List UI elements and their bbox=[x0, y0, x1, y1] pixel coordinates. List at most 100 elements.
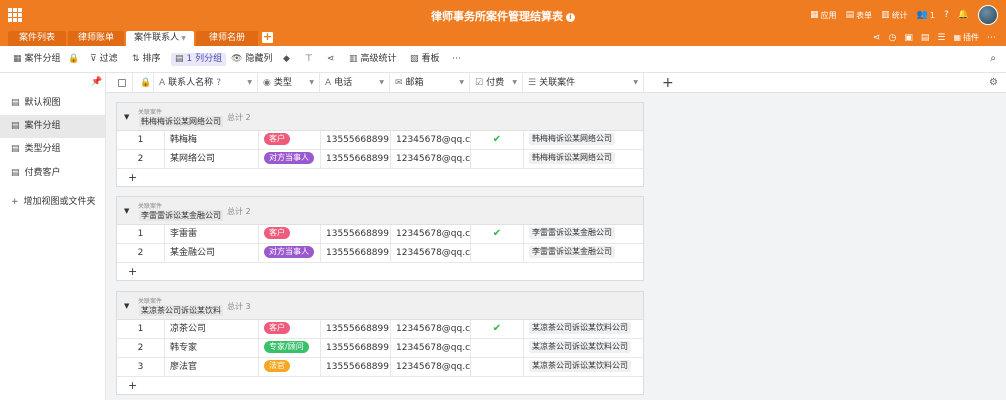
cell-type[interactable]: 专家/顾问 bbox=[259, 339, 321, 357]
members-button[interactable]: 👥 1 bbox=[917, 10, 935, 20]
help-button[interactable]: ? bbox=[944, 10, 949, 20]
cell-phone[interactable]: 13555668899 bbox=[321, 339, 391, 357]
collapse-triangle-icon[interactable]: ▼ bbox=[124, 113, 129, 121]
linked-record[interactable]: 韩梅梅诉讼某网络公司 bbox=[529, 152, 615, 164]
cell-paid[interactable] bbox=[471, 358, 524, 376]
table-icon[interactable]: ▣ bbox=[904, 33, 913, 43]
share-view-button[interactable]: ⋖ bbox=[327, 53, 335, 66]
table-row[interactable]: 1 李雷雷 客户 13555668899 12345678@qq.com ✔ 李… bbox=[117, 225, 643, 244]
stats-button[interactable]: ▥ 统计 bbox=[881, 10, 908, 21]
linked-record[interactable]: 某凉茶公司诉讼某饮料公司 bbox=[529, 322, 631, 334]
cell-phone[interactable]: 13555668899 bbox=[321, 244, 391, 262]
cell-contact-name[interactable]: 韩专家 bbox=[165, 339, 259, 357]
search-icon[interactable]: ⌕ bbox=[990, 53, 996, 64]
sidebar-item-type-group[interactable]: ▤ 类型分组 bbox=[0, 138, 105, 161]
sidebar-item-case-group[interactable]: ▤ 案件分组 bbox=[0, 115, 105, 138]
chevron-down-icon[interactable]: ▼ bbox=[309, 73, 314, 93]
cell-type[interactable]: 客户 bbox=[259, 131, 321, 149]
chevron-down-icon[interactable]: ▼ bbox=[379, 73, 384, 93]
cell-linked-case[interactable]: 某凉茶公司诉讼某饮料公司 bbox=[524, 320, 643, 338]
cell-linked-case[interactable]: 韩梅梅诉讼某网络公司 bbox=[524, 131, 643, 149]
apps-button[interactable]: ▦ 应用 bbox=[810, 10, 837, 21]
cell-linked-case[interactable]: 李雷雷诉讼某金融公司 bbox=[524, 244, 643, 262]
cell-email[interactable]: 12345678@qq.com bbox=[391, 225, 471, 243]
group-header[interactable]: ▼ 关联案件 某凉茶公司诉讼某饮料 总计 3 bbox=[117, 292, 643, 320]
filter-button[interactable]: ⊽ 过滤 bbox=[90, 53, 118, 66]
info-icon[interactable]: i bbox=[566, 13, 575, 22]
cell-paid[interactable]: ✔ bbox=[471, 225, 524, 243]
group-header[interactable]: ▼ 关联案件 李雷雷诉讼某金融公司 总计 2 bbox=[117, 197, 643, 225]
linked-record[interactable]: 韩梅梅诉讼某网络公司 bbox=[529, 133, 615, 145]
column-linked-case[interactable]: ☰ 关联案件 ▼ bbox=[523, 73, 644, 93]
cell-phone[interactable]: 13555668899 bbox=[321, 225, 391, 243]
cell-type[interactable]: 客户 bbox=[259, 320, 321, 338]
cell-phone[interactable]: 13555668899 bbox=[321, 358, 391, 376]
table-row[interactable]: 1 凉茶公司 客户 13555668899 12345678@qq.com ✔ … bbox=[117, 320, 643, 339]
kanban-button[interactable]: ▧ 看板 bbox=[410, 53, 440, 66]
pin-icon[interactable]: 📌 bbox=[91, 77, 102, 87]
linked-record[interactable]: 李雷雷诉讼某金融公司 bbox=[529, 227, 615, 239]
cell-email[interactable]: 12345678@qq.com bbox=[391, 358, 471, 376]
collapse-triangle-icon[interactable]: ▼ bbox=[124, 207, 129, 215]
cell-linked-case[interactable]: 韩梅梅诉讼某网络公司 bbox=[524, 150, 643, 168]
cell-email[interactable]: 12345678@qq.com bbox=[391, 320, 471, 338]
cell-contact-name[interactable]: 韩梅梅 bbox=[165, 131, 259, 149]
chevron-down-icon[interactable]: ▼ bbox=[247, 73, 252, 93]
column-contact-name[interactable]: A 联系人名称? ▼ bbox=[154, 73, 258, 93]
select-all-checkbox[interactable] bbox=[106, 73, 133, 93]
tab-lawyer-bills[interactable]: 律师账单 bbox=[68, 31, 124, 46]
cell-contact-name[interactable]: 李雷雷 bbox=[165, 225, 259, 243]
advanced-stats-button[interactable]: ▥ 高级统计 bbox=[349, 53, 397, 66]
linked-record[interactable]: 某凉茶公司诉讼某饮料公司 bbox=[529, 360, 631, 372]
cell-phone[interactable]: 13555668899 bbox=[321, 320, 391, 338]
add-table-button[interactable]: + bbox=[262, 31, 273, 43]
cell-phone[interactable]: 13555668899 bbox=[321, 150, 391, 168]
cell-contact-name[interactable]: 某网络公司 bbox=[165, 150, 259, 168]
sidebar-item-default-view[interactable]: ▤ 默认视图 bbox=[0, 92, 105, 115]
group-by-button[interactable]: ▤ 1 列分组 bbox=[171, 53, 227, 66]
cell-paid[interactable] bbox=[471, 150, 524, 168]
add-column-button[interactable]: + bbox=[662, 73, 674, 93]
cell-email[interactable]: 12345678@qq.com bbox=[391, 339, 471, 357]
tab-lawyer-roster[interactable]: 律师名册 bbox=[196, 31, 258, 46]
cell-email[interactable]: 12345678@qq.com bbox=[391, 244, 471, 262]
cell-paid[interactable]: ✔ bbox=[471, 320, 524, 338]
column-paid[interactable]: ☑ 付费 ▼ bbox=[470, 73, 523, 93]
group-header[interactable]: ▼ 关联案件 韩梅梅诉讼某网络公司 总计 2 bbox=[117, 103, 643, 131]
table-row[interactable]: 2 某金融公司 对方当事人 13555668899 12345678@qq.co… bbox=[117, 244, 643, 263]
cell-email[interactable]: 12345678@qq.com bbox=[391, 150, 471, 168]
table-row[interactable]: 1 韩梅梅 客户 13555668899 12345678@qq.com ✔ 韩… bbox=[117, 131, 643, 150]
gear-icon[interactable]: ⚙ bbox=[989, 73, 998, 93]
cell-paid[interactable] bbox=[471, 339, 524, 357]
table-row[interactable]: 3 廖法官 法官 13555668899 12345678@qq.com 某凉茶… bbox=[117, 358, 643, 377]
notifications-button[interactable]: 🔔 bbox=[958, 10, 969, 20]
linked-record[interactable]: 李雷雷诉讼某金融公司 bbox=[529, 246, 615, 258]
column-type[interactable]: ◉ 类型 ▼ bbox=[258, 73, 320, 93]
table-row[interactable]: 2 韩专家 专家/顾问 13555668899 12345678@qq.com … bbox=[117, 339, 643, 358]
collapse-triangle-icon[interactable]: ▼ bbox=[124, 302, 129, 310]
form-button[interactable]: ▤ 表单 bbox=[846, 10, 873, 21]
cell-type[interactable]: 客户 bbox=[259, 225, 321, 243]
cell-linked-case[interactable]: 某凉茶公司诉讼某饮料公司 bbox=[524, 358, 643, 376]
row-height-button[interactable]: ⊤ bbox=[305, 53, 313, 66]
lock-button[interactable]: 🔒 bbox=[68, 53, 79, 66]
column-phone[interactable]: A 电话 ▼ bbox=[320, 73, 390, 93]
app-menu-icon[interactable] bbox=[8, 8, 22, 22]
cell-linked-case[interactable]: 某凉茶公司诉讼某饮料公司 bbox=[524, 339, 643, 357]
cell-phone[interactable]: 13555668899 bbox=[321, 131, 391, 149]
add-row-button[interactable]: + bbox=[117, 169, 643, 187]
tab-case-list[interactable]: 案件列表 bbox=[8, 31, 66, 46]
avatar[interactable] bbox=[978, 5, 998, 25]
cell-type[interactable]: 对方当事人 bbox=[259, 244, 321, 262]
tab-case-contacts[interactable]: 案件联系人 ▼ bbox=[126, 31, 194, 46]
chevron-down-icon[interactable]: ▼ bbox=[512, 73, 517, 93]
share-icon[interactable]: ⋖ bbox=[873, 33, 881, 43]
add-row-button[interactable]: + bbox=[117, 263, 643, 281]
more-toolbar-button[interactable]: ⋯ bbox=[452, 53, 461, 66]
cell-type[interactable]: 法官 bbox=[259, 358, 321, 376]
cell-linked-case[interactable]: 李雷雷诉讼某金融公司 bbox=[524, 225, 643, 243]
cell-paid[interactable] bbox=[471, 244, 524, 262]
cell-contact-name[interactable]: 廖法官 bbox=[165, 358, 259, 376]
view-name-button[interactable]: ▦ 案件分组 bbox=[13, 53, 61, 66]
sliders-icon[interactable]: ☰ bbox=[937, 33, 945, 43]
